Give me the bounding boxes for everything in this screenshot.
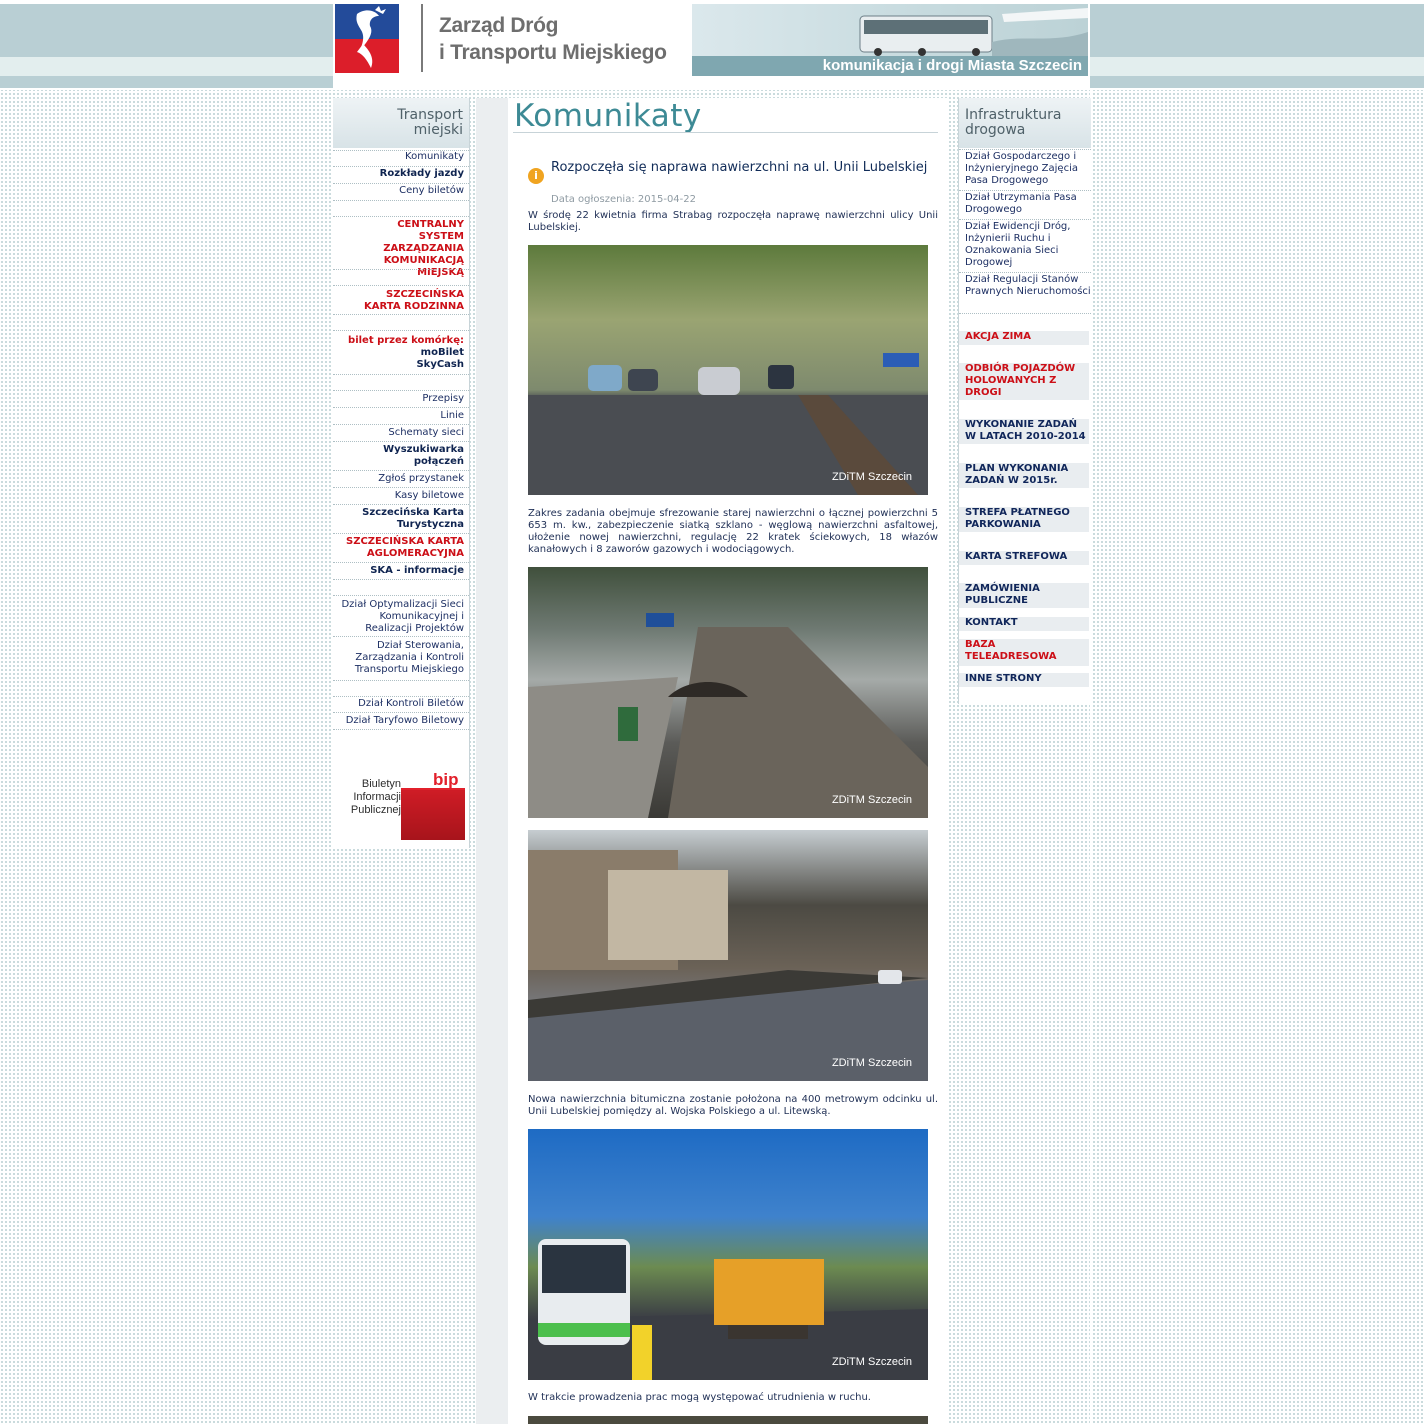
main-content: Komunikaty i Rozpoczęła się naprawa nawi…: [508, 98, 948, 1424]
news-paragraph-4: W trakcie prowadzenia prac mogą występow…: [528, 1392, 871, 1403]
right-button-strefa-platnego[interactable]: STREFA PŁATNEGO PARKOWANIA: [959, 507, 1089, 532]
right-button-inne-strony[interactable]: INNE STRONY: [959, 673, 1089, 687]
logo-divider: [421, 4, 423, 72]
sidebar-item-rozklady[interactable]: Rozkłady jazdy: [339, 168, 464, 180]
content-gutter: [476, 98, 508, 1424]
news-photo-2[interactable]: ZDiTM Szczecin: [528, 567, 928, 818]
right-button-baza-teleadresowa[interactable]: BAZA TELEADRESOWA: [959, 639, 1089, 666]
right-link-dzial-regulacji[interactable]: Dział Regulacji Stanów Prawnych Nierucho…: [965, 274, 1091, 298]
news-paragraph-2: Zakres zadania obejmuje sfrezowanie star…: [528, 508, 938, 555]
left-title-line-2: miejski: [413, 122, 463, 138]
photo-caption: ZDiTM Szczecin: [831, 1356, 912, 1368]
right-title-line-2: drogowa: [965, 122, 1026, 138]
right-button-plan-wykonania[interactable]: PLAN WYKONANIA ZADAŃ W 2015r.: [959, 463, 1089, 488]
photo-caption: ZDiTM Szczecin: [831, 794, 912, 806]
news-date: Data ogłoszenia: 2015-04-22: [551, 194, 696, 205]
sidebar-item-kasy[interactable]: Kasy biletowe: [339, 490, 464, 502]
sidebar-item-wyszukiwarka[interactable]: Wyszukiwarka połączeń: [364, 444, 464, 468]
site-header: Zarząd Dróg i Transportu Miejskiego komu…: [333, 0, 1090, 90]
news-title[interactable]: Rozpoczęła się naprawa nawierzchni na ul…: [551, 160, 938, 176]
sidebar-item-bilet-komorka: bilet przez komórkę:: [348, 335, 464, 346]
sidebar-item-centralny-system[interactable]: CENTRALNY SYSTEM ZARZĄDZANIA KOMUNIKACJĄ…: [354, 219, 464, 279]
bip-link[interactable]: Biuletyn Informacji Publicznej bip: [339, 766, 465, 844]
news-paragraph-1: W środę 22 kwietnia firma Strabag rozpoc…: [528, 210, 938, 233]
page-title: Komunikaty: [514, 98, 702, 134]
photo-caption: ZDiTM Szczecin: [831, 471, 912, 483]
news-paragraph-3: Nowa nawierzchnia bitumiczna zostanie po…: [528, 1094, 938, 1117]
sidebar-item-karta-turystyczna[interactable]: Szczecińska Karta Turystyczna: [354, 507, 464, 531]
sidebar-item-karta-rodzinna[interactable]: SZCZECIŃSKA KARTA RODZINNA: [354, 289, 464, 313]
sidebar-item-karta-aglomeracyjna[interactable]: SZCZECIŃSKA KARTA AGLOMERACYJNA: [334, 536, 464, 560]
sidebar-item-mobilet[interactable]: moBilet: [339, 347, 464, 359]
right-button-kontakt[interactable]: KONTAKT: [959, 617, 1089, 631]
left-title-line-1: Transport: [397, 107, 463, 123]
org-name-line-1: Zarząd Dróg: [439, 14, 559, 37]
right-button-wykonanie-zadan[interactable]: WYKONANIE ZADAŃ W LATACH 2010-2014: [959, 419, 1089, 444]
sidebar-item-schematy[interactable]: Schematy sieci: [339, 427, 464, 439]
right-button-akcja-zima[interactable]: AKCJA ZIMA: [959, 331, 1089, 345]
sidebar-item-dzial-sterowania[interactable]: Dział Sterowania, Zarządzania i Kontroli…: [336, 640, 464, 676]
sidebar-item-dzial-taryfowo[interactable]: Dział Taryfowo Biletowy: [332, 715, 464, 727]
right-title-line-1: Infrastruktura: [965, 107, 1062, 123]
sidebar-item-dzial-kontroli[interactable]: Dział Kontroli Biletów: [339, 698, 464, 710]
sidebar-item-linie[interactable]: Linie: [339, 410, 464, 422]
right-link-dzial-ewidencji[interactable]: Dział Ewidencji Dróg, Inżynierii Ruchu i…: [965, 221, 1083, 269]
header-tagline: komunikacja i drogi Miasta Szczecin: [822, 57, 1082, 74]
org-name-line-2: i Transportu Miejskiego: [439, 41, 667, 64]
sidebar-item-przepisy[interactable]: Przepisy: [339, 393, 464, 405]
right-button-zamowienia[interactable]: ZAMÓWIENIA PUBLICZNE: [959, 583, 1089, 608]
news-photo-1[interactable]: ZDiTM Szczecin: [528, 245, 928, 495]
news-photo-5[interactable]: [528, 1416, 928, 1424]
news-photo-4[interactable]: ZDiTM Szczecin: [528, 1129, 928, 1380]
right-link-dzial-utrzymania[interactable]: Dział Utrzymania Pasa Drogowego: [965, 192, 1091, 216]
sidebar-item-dzial-optymalizacji[interactable]: Dział Optymalizacji Sieci Komunikacyjnej…: [336, 599, 464, 635]
right-section-title: Infrastruktura drogowa: [959, 98, 1091, 148]
sidebar-item-ska-informacje[interactable]: SKA - informacje: [339, 565, 464, 577]
photo-caption: ZDiTM Szczecin: [831, 1057, 912, 1069]
sidebar-item-zglos-przystanek[interactable]: Zgłoś przystanek: [339, 473, 464, 485]
left-section-title: Transport miejski: [333, 98, 469, 148]
sidebar-item-komunikaty[interactable]: Komunikaty: [339, 151, 464, 163]
news-photo-3[interactable]: ZDiTM Szczecin: [528, 830, 928, 1081]
title-divider: [513, 132, 938, 133]
right-button-odbior-pojazdow[interactable]: ODBIÓR POJAZDÓW HOLOWANYCH Z DROGI: [959, 363, 1089, 400]
bip-text: Biuletyn Informacji Publicznej: [350, 778, 401, 816]
info-icon: i: [528, 168, 544, 184]
right-sidebar: Infrastruktura drogowa Dział Gospodarcze…: [958, 98, 1091, 704]
bip-logo-icon: bip: [401, 766, 465, 840]
header-banner: komunikacja i drogi Miasta Szczecin: [692, 4, 1088, 76]
left-sidebar: Transport miejski Komunikaty Rozkłady ja…: [333, 98, 470, 848]
right-link-dzial-gospodarczego[interactable]: Dział Gospodarczego i Inżynieryjnego Zaj…: [965, 151, 1091, 187]
bus-illustration: [859, 8, 1088, 56]
city-logo[interactable]: [335, 4, 399, 73]
sidebar-item-skycash[interactable]: SkyCash: [339, 359, 464, 371]
sidebar-item-ceny-biletow[interactable]: Ceny biletów: [339, 185, 464, 197]
bip-label: bip: [433, 770, 459, 789]
right-button-karta-strefowa[interactable]: KARTA STREFOWA: [959, 551, 1089, 565]
